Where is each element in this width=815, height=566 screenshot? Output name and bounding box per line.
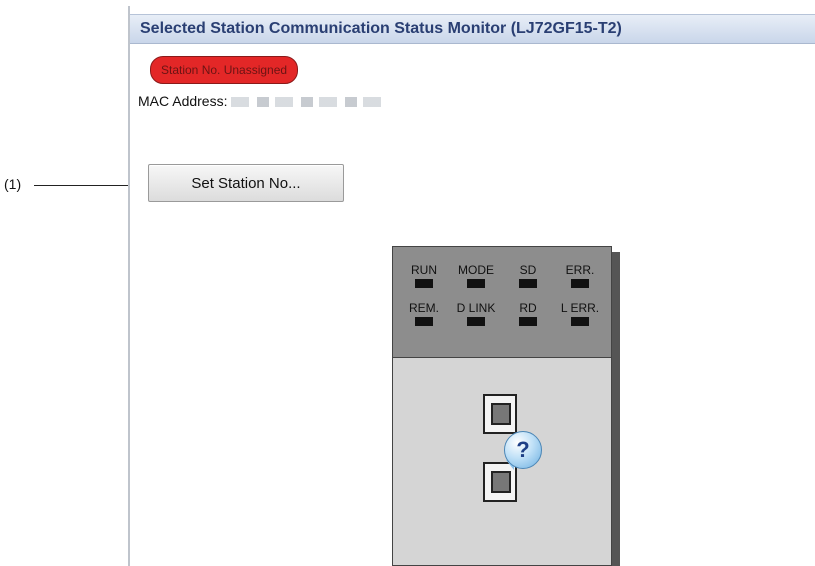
led-indicator xyxy=(519,279,537,288)
ethernet-port-socket xyxy=(491,471,511,493)
mac-address-label: MAC Address: xyxy=(138,93,228,109)
led-indicator xyxy=(571,279,589,288)
station-number-badge: Station No. Unassigned xyxy=(150,56,299,84)
station-status-panel: Selected Station Communication Status Mo… xyxy=(128,6,815,566)
led-indicator xyxy=(467,279,485,288)
led-label: MODE xyxy=(458,263,494,277)
callout-line xyxy=(34,185,138,186)
mac-address-row: MAC Address: xyxy=(138,93,382,109)
set-station-number-button[interactable]: Set Station No... xyxy=(148,164,344,202)
led-label: REM. xyxy=(409,301,439,315)
led-label: SD xyxy=(519,263,537,277)
led-label: RUN xyxy=(411,263,437,277)
led-indicator xyxy=(571,317,589,326)
led-label: D LINK xyxy=(456,301,496,315)
device-led-panel: RUN MODE SD ERR. REM. D LINK RD L ERR. xyxy=(392,246,612,358)
led-label: ERR. xyxy=(565,263,595,277)
ethernet-port-icon xyxy=(483,394,517,434)
callout-label: (1) xyxy=(4,176,22,192)
led-rd: RD xyxy=(505,301,551,326)
led-indicator xyxy=(415,279,433,288)
led-mode: MODE xyxy=(453,263,499,288)
led-rem: REM. xyxy=(401,301,447,326)
led-label: RD xyxy=(519,301,537,315)
led-run: RUN xyxy=(401,263,447,288)
led-sd: SD xyxy=(505,263,551,288)
question-bubble-icon: ? xyxy=(504,431,542,469)
led-l-err: L ERR. xyxy=(557,301,603,326)
led-indicator xyxy=(519,317,537,326)
led-indicator xyxy=(467,317,485,326)
led-d-link: D LINK xyxy=(453,301,499,326)
station-device-diagram: RUN MODE SD ERR. REM. D LINK RD L ERR. ? xyxy=(392,246,620,566)
mac-address-value-redacted xyxy=(231,97,382,108)
led-err: ERR. xyxy=(557,263,603,288)
device-port-panel xyxy=(392,358,612,566)
device-side-shadow xyxy=(612,252,620,566)
led-indicator xyxy=(415,317,433,326)
led-label: L ERR. xyxy=(560,301,600,315)
panel-title: Selected Station Communication Status Mo… xyxy=(130,14,815,44)
ethernet-port-socket xyxy=(491,403,511,425)
